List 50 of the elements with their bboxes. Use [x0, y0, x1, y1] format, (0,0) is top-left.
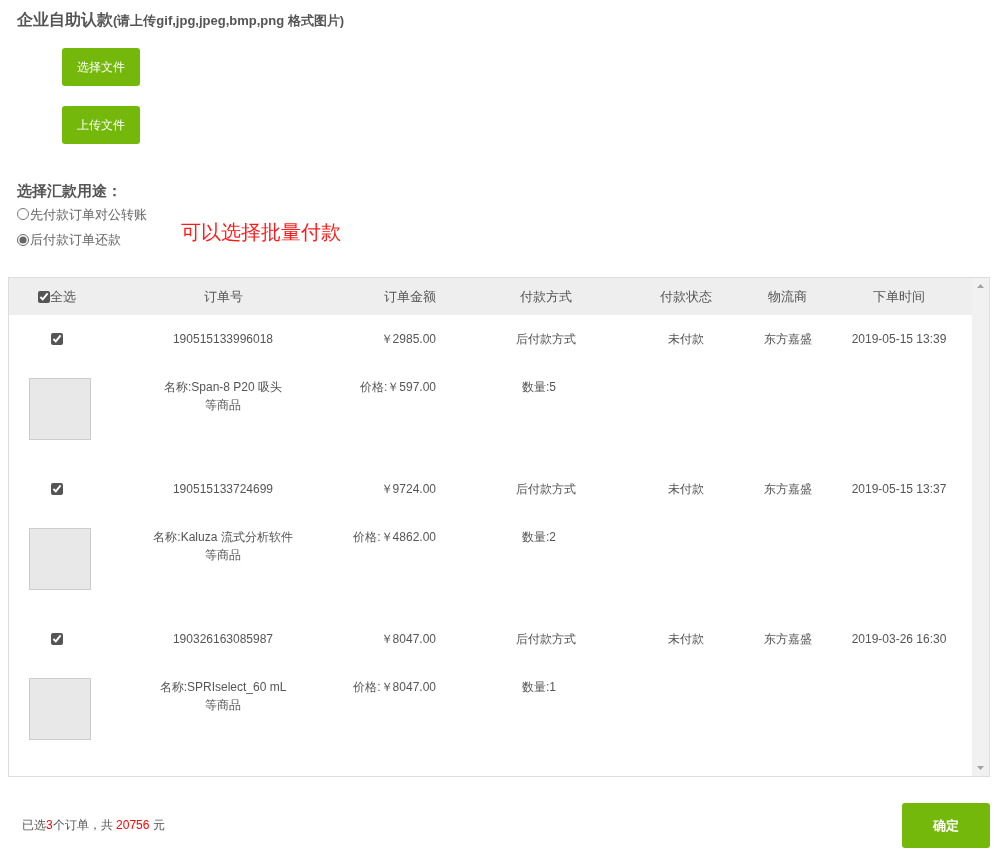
order-time: 2019-03-26 16:30	[850, 631, 948, 648]
product-price: 价格:￥4862.00	[352, 529, 437, 546]
product-quantity: 数量:1	[521, 679, 557, 696]
order-amount: ￥2985.00	[379, 331, 437, 348]
format-hint: (请上传gif,jpg,jpeg,bmp,png 格式图片)	[113, 13, 345, 30]
product-name: 名称:SPRIselect_60 mL 等商品	[158, 679, 288, 714]
product-quantity: 数量:2	[521, 529, 557, 546]
payment-method: 后付款方式	[515, 331, 577, 348]
logistics-provider: 东方嘉盛	[762, 631, 813, 648]
product-photo	[29, 378, 91, 440]
radio-label[interactable]: 先付款订单对公转账	[30, 204, 147, 224]
product-quantity: 数量:5	[521, 379, 557, 396]
logistics-provider: 东方嘉盛	[762, 331, 813, 348]
order-number: 190326163085987	[171, 631, 275, 648]
select-all-label[interactable]: 全选	[50, 286, 76, 307]
payment-status: 未付款	[667, 331, 705, 348]
logistics-provider: 东方嘉盛	[762, 481, 813, 498]
column-header: 订单金额	[383, 287, 437, 306]
purpose-label: 选择汇款用途：	[17, 181, 123, 201]
product-name: 名称:Span-8 P20 吸头 等商品	[162, 379, 284, 414]
column-header: 物流商	[767, 287, 808, 306]
order-number: 190515133996018	[171, 331, 275, 348]
column-header: 下单时间	[872, 287, 926, 306]
column-header: 付款方式	[519, 287, 573, 306]
order-time: 2019-05-15 13:37	[850, 481, 948, 498]
product-price: 价格:￥8047.00	[352, 679, 437, 696]
radio-button[interactable]	[17, 233, 29, 246]
payment-method: 后付款方式	[515, 631, 577, 648]
order-checkbox[interactable]	[51, 633, 63, 645]
batch-payment-note: 可以选择批量付款	[181, 219, 341, 245]
product-photo	[29, 528, 91, 590]
section-title: 企业自助认款	[17, 10, 113, 30]
radio-label[interactable]: 后付款订单还款	[30, 230, 121, 250]
order-checkbox[interactable]	[51, 483, 63, 495]
radio-button[interactable]	[17, 208, 29, 221]
selection-summary: 已选3个订单，共 20756 元	[22, 818, 165, 832]
column-header: 订单号	[202, 287, 244, 306]
payment-status: 未付款	[667, 481, 705, 498]
product-photo	[29, 678, 91, 740]
payment-status: 未付款	[667, 631, 705, 648]
product-price: 价格:￥597.00	[358, 379, 437, 396]
payment-method: 后付款方式	[515, 481, 577, 498]
order-amount: ￥8047.00	[379, 631, 437, 648]
order-checkbox[interactable]	[51, 333, 63, 345]
order-amount: ￥9724.00	[379, 481, 437, 498]
product-name: 名称:Kaluza 流式分析软件 等商品	[152, 529, 294, 564]
order-number: 190515133724699	[171, 481, 275, 498]
select-all-checkbox[interactable]	[38, 290, 50, 303]
column-header: 付款状态	[659, 287, 713, 306]
order-time: 2019-05-15 13:39	[850, 331, 948, 348]
